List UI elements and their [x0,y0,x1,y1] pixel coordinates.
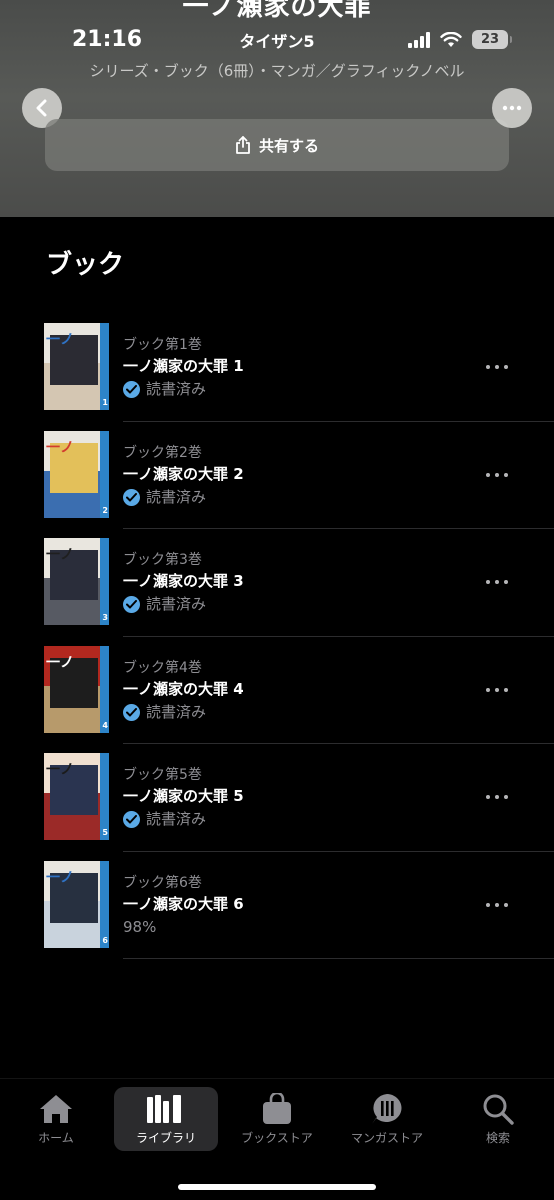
book-title: 一ノ瀬家の大罪 6 [123,894,244,913]
volume-label: ブック第4巻 [123,659,202,676]
ellipsis-icon [502,105,522,111]
read-status: 読書済み [123,808,244,831]
cover-volume-number: 3 [102,613,108,622]
book-title: 一ノ瀬家の大罪 3 [123,572,244,590]
home-icon [40,1095,72,1123]
tab-bar: ホーム ライブラリ ブックストア マンガストア 検索 [0,1078,554,1200]
checkmark-circle-icon [123,596,140,613]
row-more-button[interactable] [486,788,508,806]
battery-icon: 23 [472,30,512,49]
read-status-label: 読書済み [146,595,207,613]
volume-label: ブック第2巻 [123,444,202,461]
series-header: 一ノ瀬家の大罪 21:16 タイザン5 23 シリーズ・ブック（6冊）・マンガ／… [0,0,554,217]
read-status: 読書済み [123,486,244,509]
tab-label: ブックストア [241,1131,313,1145]
checkmark-circle-icon [123,381,140,398]
cover-volume-number: 4 [102,720,108,730]
read-status: 読書済み [123,701,244,724]
read-status: 読書済み [123,593,244,616]
tab-home[interactable]: ホーム [4,1087,108,1151]
home-indicator[interactable] [178,1184,376,1190]
share-button[interactable]: 共有する [45,119,509,171]
cellular-signal-icon [408,31,430,48]
tab-search[interactable]: 検索 [446,1087,550,1151]
checkmark-circle-icon [123,703,140,721]
row-more-button[interactable] [486,681,508,699]
reading-progress: 98% [123,916,244,939]
volume-label: ブック第1巻 [123,337,202,353]
checkmark-circle-icon [123,811,140,828]
volume-label: ブック第5巻 [123,767,202,783]
read-status-label: 読書済み [146,810,207,828]
divider [123,958,554,959]
status-icons: 23 [408,30,512,49]
reading-progress-label: 98% [123,917,157,936]
share-icon [236,136,250,154]
read-status: 読書済み [123,378,244,401]
tab-label: ホーム [38,1131,74,1145]
tab-bookstore[interactable]: ブックストア [225,1087,329,1151]
book-cover[interactable]: 一ノ 3 [44,538,109,625]
cover-volume-number: 1 [102,398,108,407]
list-item[interactable]: 一ノ 5 ブック第5巻 一ノ瀬家の大罪 5 読書済み [0,744,554,852]
list-item[interactable]: 一ノ 3 ブック第3巻 一ノ瀬家の大罪 3 読書済み [0,529,554,637]
search-icon [483,1094,514,1125]
row-more-button[interactable] [486,466,508,484]
library-icon [147,1095,181,1123]
book-cover[interactable]: 一ノ 2 [44,430,109,518]
tab-label: マンガストア [350,1131,423,1145]
section-title: ブック [46,250,125,280]
book-cover[interactable]: 一ノ 1 [44,323,109,410]
book-title: 一ノ瀬家の大罪 4 [123,679,244,698]
volume-label: ブック第6巻 [123,874,202,891]
list-item[interactable]: 一ノ 2 ブック第2巻 一ノ瀬家の大罪 2 読書済み [0,422,554,529]
book-title: 一ノ瀬家の大罪 5 [123,787,244,805]
book-list: 一ノ 1 ブック第1巻 一ノ瀬家の大罪 1 読書済み 一ノ 2 ブック第2巻 一… [0,314,554,959]
series-subtitle: シリーズ・ブック（6冊）・マンガ／グラフィックノベル [89,62,465,80]
book-cover[interactable]: 一ノ 4 [44,645,109,733]
tab-label: 検索 [485,1131,510,1145]
volume-label: ブック第3巻 [123,552,202,568]
list-item[interactable]: 一ノ 1 ブック第1巻 一ノ瀬家の大罪 1 読書済み [0,314,554,422]
read-status-label: 読書済み [146,702,207,721]
book-cover[interactable]: 一ノ 5 [44,753,109,840]
bookstore-icon [263,1093,291,1124]
book-title: 一ノ瀬家の大罪 1 [123,357,244,375]
share-label: 共有する [258,136,319,155]
cover-volume-number: 6 [102,935,108,945]
list-item[interactable]: 一ノ 4 ブック第4巻 一ノ瀬家の大罪 4 読書済み [0,637,554,744]
tab-label: ライブラリ [135,1131,196,1145]
series-title-scrolled: 一ノ瀬家の大罪 [182,0,372,22]
manga-store-icon [372,1094,402,1124]
list-item[interactable]: 一ノ 6 ブック第6巻 一ノ瀬家の大罪 6 98% [0,852,554,959]
wifi-icon [440,31,462,47]
tab-library[interactable]: ライブラリ [114,1087,218,1151]
checkmark-circle-icon [123,488,140,506]
tab-manga-store[interactable]: マンガストア [335,1087,439,1151]
more-options-button[interactable] [492,88,532,128]
book-cover[interactable]: 一ノ 6 [44,860,109,948]
row-more-button[interactable] [486,896,508,914]
cover-volume-number: 2 [102,505,108,515]
row-more-button[interactable] [486,358,508,376]
cover-volume-number: 5 [102,828,108,837]
row-more-button[interactable] [486,573,508,591]
chevron-left-icon [36,99,47,117]
book-title: 一ノ瀬家の大罪 2 [123,464,244,483]
read-status-label: 読書済み [146,487,207,506]
read-status-label: 読書済み [146,380,207,398]
